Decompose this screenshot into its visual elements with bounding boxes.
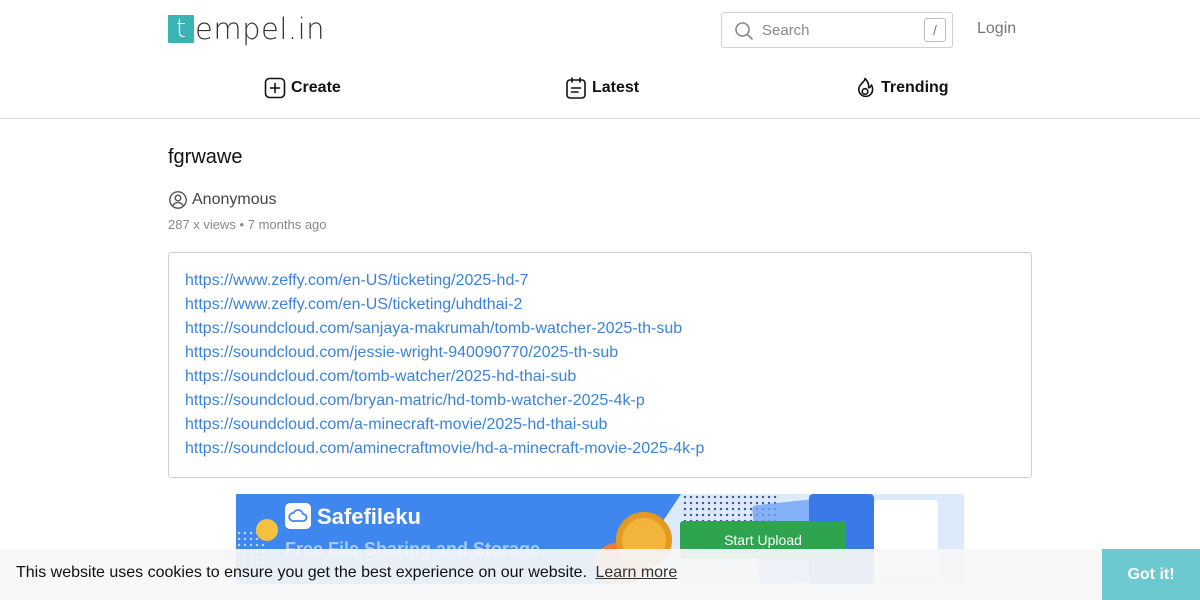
clipboard-icon <box>566 77 586 99</box>
user-circle-icon <box>169 191 187 209</box>
paste-link[interactable]: https://soundcloud.com/bryan-matric/hd-t… <box>185 389 1015 413</box>
paste-title: fgrwawe <box>168 146 243 168</box>
site-logo[interactable]: t empel.in <box>168 12 325 46</box>
logo-text: empel.in <box>195 12 326 46</box>
search-box[interactable]: / <box>721 12 953 48</box>
nav-trending[interactable]: Trending <box>853 76 949 100</box>
meta-separator: • <box>239 217 245 232</box>
cookie-message: This website uses cookies to ensure you … <box>16 564 587 581</box>
paste-link[interactable]: https://soundcloud.com/aminecraftmovie/h… <box>185 437 1015 461</box>
cookie-learn-more-link[interactable]: Learn more <box>595 564 677 581</box>
plus-square-icon <box>264 77 286 99</box>
paste-link[interactable]: https://soundcloud.com/jessie-wright-940… <box>185 341 1015 365</box>
top-bar: t empel.in / Login <box>0 0 1200 60</box>
view-count: 287 x views <box>168 217 236 232</box>
nav-create[interactable]: Create <box>263 76 341 100</box>
author-name: Anonymous <box>192 191 277 208</box>
paste-link[interactable]: https://www.zeffy.com/en-US/ticketing/uh… <box>185 293 1015 317</box>
ad-brand: Safefileku <box>317 504 421 529</box>
ad-sun-shape <box>256 519 278 541</box>
paste-author[interactable]: Anonymous <box>168 189 277 211</box>
nav-trending-label: Trending <box>881 79 949 96</box>
search-icon <box>735 22 753 40</box>
paste-link[interactable]: https://soundcloud.com/tomb-watcher/2025… <box>185 365 1015 389</box>
paste-link[interactable]: https://soundcloud.com/sanjaya-makrumah/… <box>185 317 1015 341</box>
cloud-icon <box>285 503 311 529</box>
login-link[interactable]: Login <box>977 20 1016 38</box>
search-shortcut-key: / <box>924 18 946 42</box>
cookie-accept-button[interactable]: Got it! <box>1102 549 1200 600</box>
flame-icon <box>857 77 874 98</box>
nav-latest[interactable]: Latest <box>564 76 639 100</box>
paste-age: 7 months ago <box>247 217 327 232</box>
paste-link[interactable]: https://www.zeffy.com/en-US/ticketing/20… <box>185 269 1015 293</box>
search-input[interactable] <box>762 13 912 47</box>
paste-content: https://www.zeffy.com/en-US/ticketing/20… <box>168 252 1032 478</box>
paste-meta: 287 x views • 7 months ago <box>168 217 327 232</box>
cookie-banner: This website uses cookies to ensure you … <box>0 549 1200 600</box>
main-nav: Create Latest Trending <box>0 60 1200 119</box>
logo-letter: t <box>168 15 194 43</box>
nav-create-label: Create <box>291 79 341 96</box>
nav-latest-label: Latest <box>592 79 640 96</box>
paste-link[interactable]: https://soundcloud.com/a-minecraft-movie… <box>185 413 1015 437</box>
cookie-message-wrap: This website uses cookies to ensure you … <box>16 564 677 582</box>
